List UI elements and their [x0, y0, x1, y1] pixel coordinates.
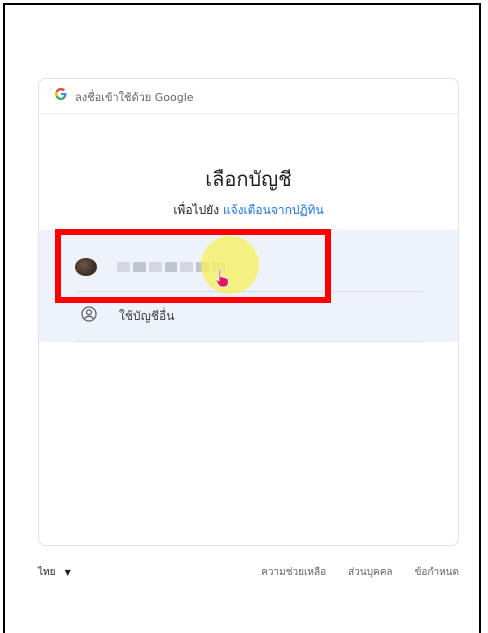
help-link[interactable]: ความช่วยเหลือ [261, 565, 326, 580]
red-highlight-box [55, 229, 331, 303]
language-label: ไทย [38, 567, 56, 578]
privacy-link[interactable]: ส่วนบุคคล [348, 565, 392, 580]
person-circle-icon [81, 306, 97, 322]
terms-link[interactable]: ข้อกำหนด [415, 565, 459, 580]
footer: ไทย ▼ ความช่วยเหลือ ส่วนบุคคล ข้อกำหนด [38, 565, 459, 585]
language-selector[interactable]: ไทย ▼ [38, 565, 71, 580]
page-subtitle: เพื่อไปยัง แจ้งเตือนจากปฏิทิน [39, 201, 458, 220]
card-header: ลงชื่อเข้าใช้ด้วย Google [39, 79, 458, 114]
divider [75, 341, 422, 342]
use-another-account-label: ใช้บัญชีอื่น [119, 309, 175, 323]
page-title: เลือกบัญชี [205, 167, 292, 191]
header-text: ลงชื่อเข้าใช้ด้วย Google [75, 91, 194, 104]
sign-in-card: ลงชื่อเข้าใช้ด้วย Google เลือกบัญชี เพื่… [38, 78, 459, 546]
subtitle-prefix: เพื่อไปยัง [173, 203, 220, 217]
app-name-link[interactable]: แจ้งเตือนจากปฏิทิน [223, 203, 324, 217]
google-g-icon [55, 88, 67, 100]
dropdown-caret-icon: ▼ [64, 568, 71, 577]
footer-links: ความช่วยเหลือ ส่วนบุคคล ข้อกำหนด [261, 565, 459, 580]
